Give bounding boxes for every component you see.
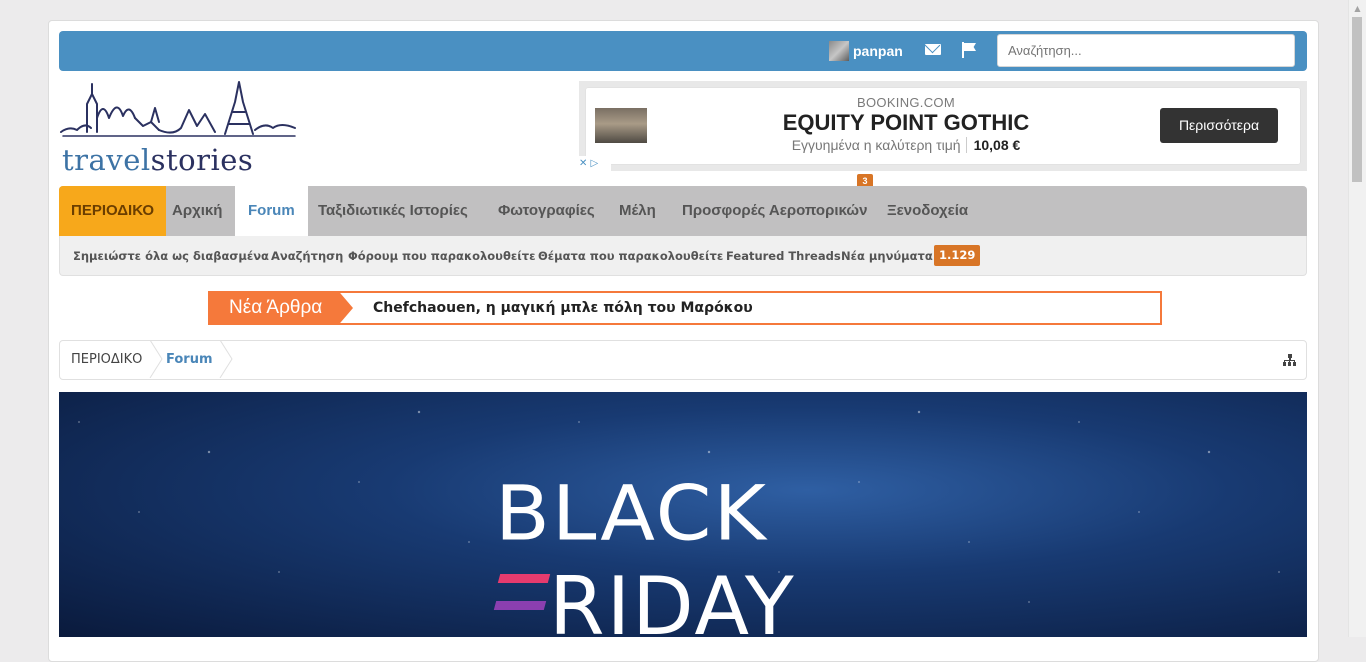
skyline-icon [60, 81, 296, 137]
nav-home[interactable]: Αρχική [172, 186, 222, 236]
mail-icon[interactable] [925, 44, 941, 55]
banner-title-line1: BLACK [495, 469, 768, 558]
new-posts-link[interactable]: Νέα μηνύματα [841, 236, 933, 276]
featured-threads-link[interactable]: Featured Threads [726, 236, 841, 276]
nav-members[interactable]: Μέλη [619, 186, 656, 236]
nav-periodiko[interactable]: ΠΕΡΙΟΔΙΚΟ [59, 186, 167, 236]
search-input[interactable] [997, 34, 1295, 67]
ad-more-button[interactable]: Περισσότερα [1160, 108, 1278, 143]
logo-text: travelstories [62, 143, 254, 177]
scroll-thumb[interactable] [1352, 17, 1362, 182]
news-ticker[interactable]: Νέα Άρθρα Chefchaouen, η μαγική μπλε πόλ… [208, 291, 1162, 325]
ad-banner[interactable]: BOOKING.COM EQUITY POINT GOTHIC Εγγυημέν… [579, 81, 1307, 171]
ad-source: BOOKING.COM [857, 95, 955, 110]
vertical-scrollbar[interactable]: ▲ [1348, 0, 1366, 637]
avatar [829, 41, 849, 61]
nav-photos[interactable]: Φωτογραφίες [498, 186, 595, 236]
breadcrumb-forum[interactable]: Forum [166, 341, 213, 379]
search-link[interactable]: Αναζήτηση [271, 236, 343, 276]
watched-threads-link[interactable]: Θέματα που παρακολουθείτε [538, 236, 723, 276]
top-bar: panpan [59, 31, 1307, 71]
ticker-headline[interactable]: Chefchaouen, η μαγική μπλε πόλη του Μαρό… [373, 293, 753, 323]
site-logo[interactable]: travelstories [59, 78, 299, 182]
ad-price: 10,08 € [965, 137, 1021, 153]
banner-f-stroke-top [497, 574, 551, 583]
scroll-up-arrow-icon[interactable]: ▲ [1349, 0, 1366, 17]
sub-nav: Σημειώστε όλα ως διαβασμένα Αναζήτηση Φό… [59, 236, 1307, 276]
ad-card[interactable]: BOOKING.COM EQUITY POINT GOTHIC Εγγυημέν… [586, 88, 1300, 164]
flag-icon[interactable] [962, 42, 977, 58]
ad-subtitle: Εγγυημένα η καλύτερη τιμή 10,08 € [791, 137, 1021, 153]
breadcrumb-home[interactable]: ΠΕΡΙΟΔΙΚΟ [71, 341, 142, 379]
username[interactable]: panpan [853, 43, 903, 59]
nav-forum[interactable]: Forum [235, 186, 308, 236]
watched-forums-link[interactable]: Φόρουμ που παρακολουθείτε [348, 236, 535, 276]
new-posts-count-badge[interactable]: 1.129 [934, 245, 981, 266]
breadcrumb-separator-icon [219, 340, 233, 378]
banner-f-stroke-middle [493, 601, 547, 610]
main-nav: ΠΕΡΙΟΔΙΚΟ Αρχική Forum Ταξιδιωτικές Ιστο… [59, 186, 1307, 236]
sitemap-icon[interactable] [1283, 354, 1296, 366]
nav-travel-stories[interactable]: Ταξιδιωτικές Ιστορίες [318, 186, 468, 236]
mark-all-read-link[interactable]: Σημειώστε όλα ως διαβασμένα [73, 236, 269, 276]
ad-choices-icon[interactable]: ✕ ▷ [579, 156, 611, 171]
user-menu[interactable]: panpan [829, 40, 903, 62]
breadcrumb-separator-icon [149, 340, 163, 378]
nav-flight-deals[interactable]: Προσφορές Αεροπορικών [682, 186, 867, 236]
banner-title-line2: RIDAY [549, 560, 796, 638]
black-friday-banner[interactable]: BLACK RIDAY [59, 392, 1307, 637]
nav-hotels[interactable]: Ξενοδοχεία [887, 186, 968, 236]
ad-title[interactable]: EQUITY POINT GOTHIC [586, 110, 1226, 136]
breadcrumb: ΠΕΡΙΟΔΙΚΟ Forum [59, 340, 1307, 380]
ticker-label: Νέα Άρθρα [210, 293, 353, 323]
